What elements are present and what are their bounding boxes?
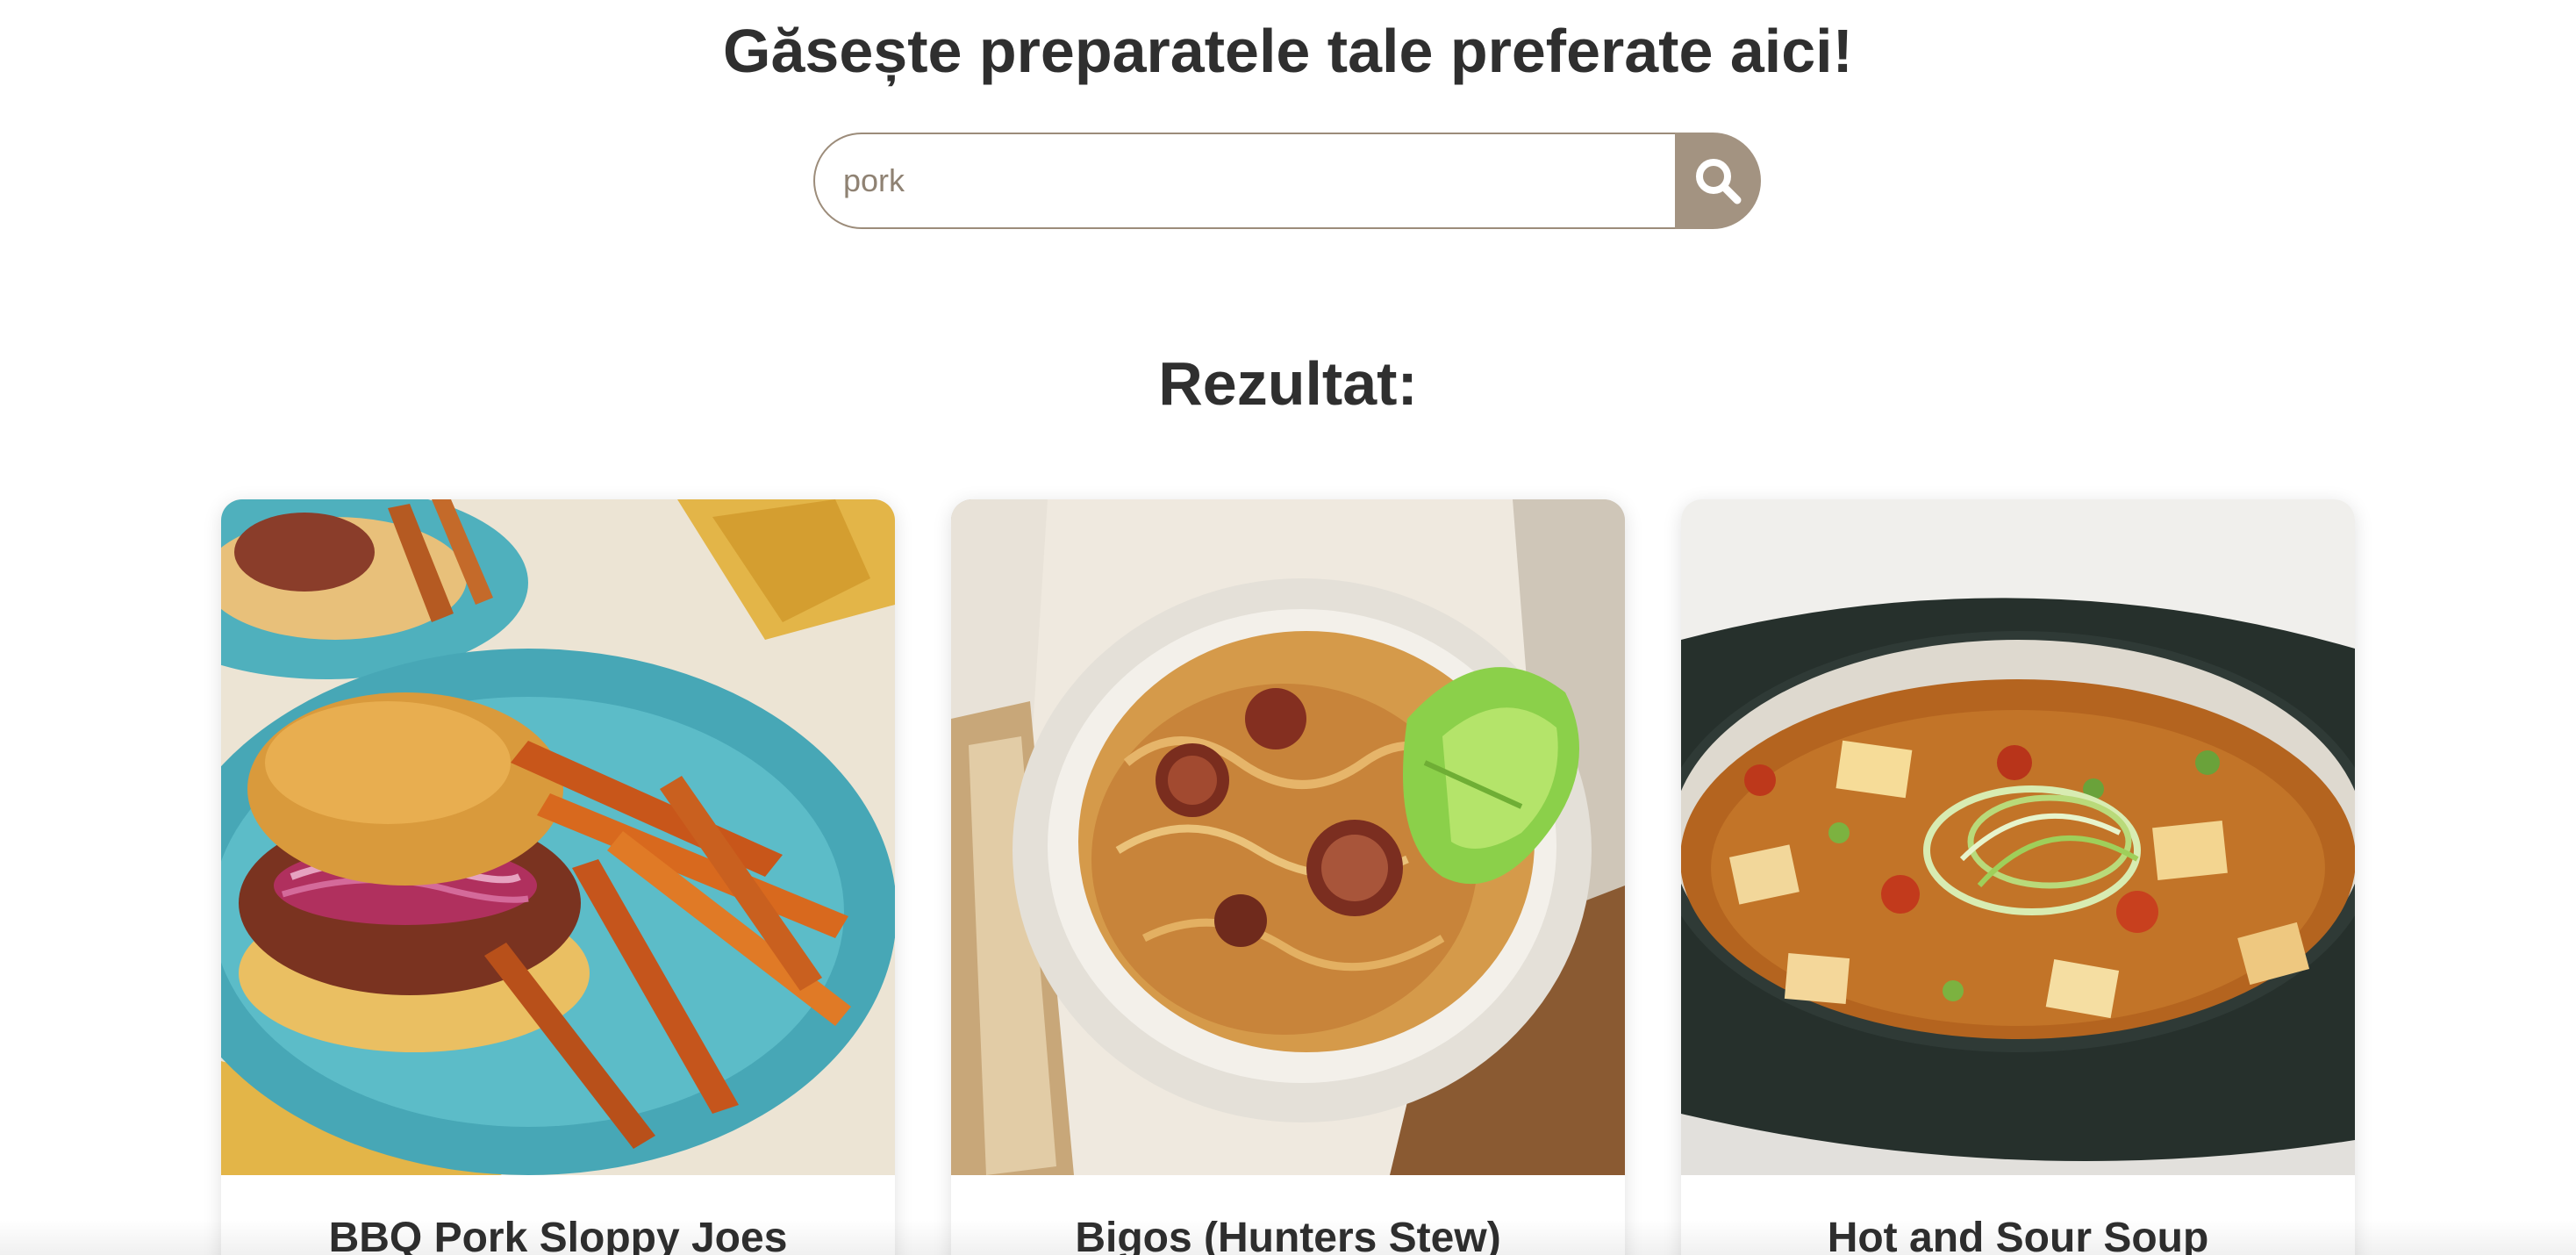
results-heading: Rezultat: <box>1158 349 1418 418</box>
search-input[interactable] <box>813 133 1675 229</box>
page: Găsește preparatele tale preferate aici!… <box>0 0 2576 1255</box>
search-bar <box>813 133 1761 229</box>
recipe-card[interactable]: Bigos (Hunters Stew) <box>951 499 1625 1255</box>
recipe-title[interactable]: Hot and Sour Soup <box>1681 1212 2355 1255</box>
recipe-image <box>951 499 1625 1175</box>
recipe-card[interactable]: BBQ Pork Sloppy Joes <box>221 499 895 1255</box>
recipe-title[interactable]: Bigos (Hunters Stew) <box>951 1212 1625 1255</box>
recipe-image <box>1681 499 2355 1175</box>
search-button[interactable] <box>1675 133 1761 229</box>
page-title: Găsește preparatele tale preferate aici! <box>723 17 1853 85</box>
recipe-card[interactable]: Hot and Sour Soup <box>1681 499 2355 1255</box>
recipe-title[interactable]: BBQ Pork Sloppy Joes <box>221 1212 895 1255</box>
recipe-image <box>221 499 895 1175</box>
search-icon <box>1696 159 1742 204</box>
